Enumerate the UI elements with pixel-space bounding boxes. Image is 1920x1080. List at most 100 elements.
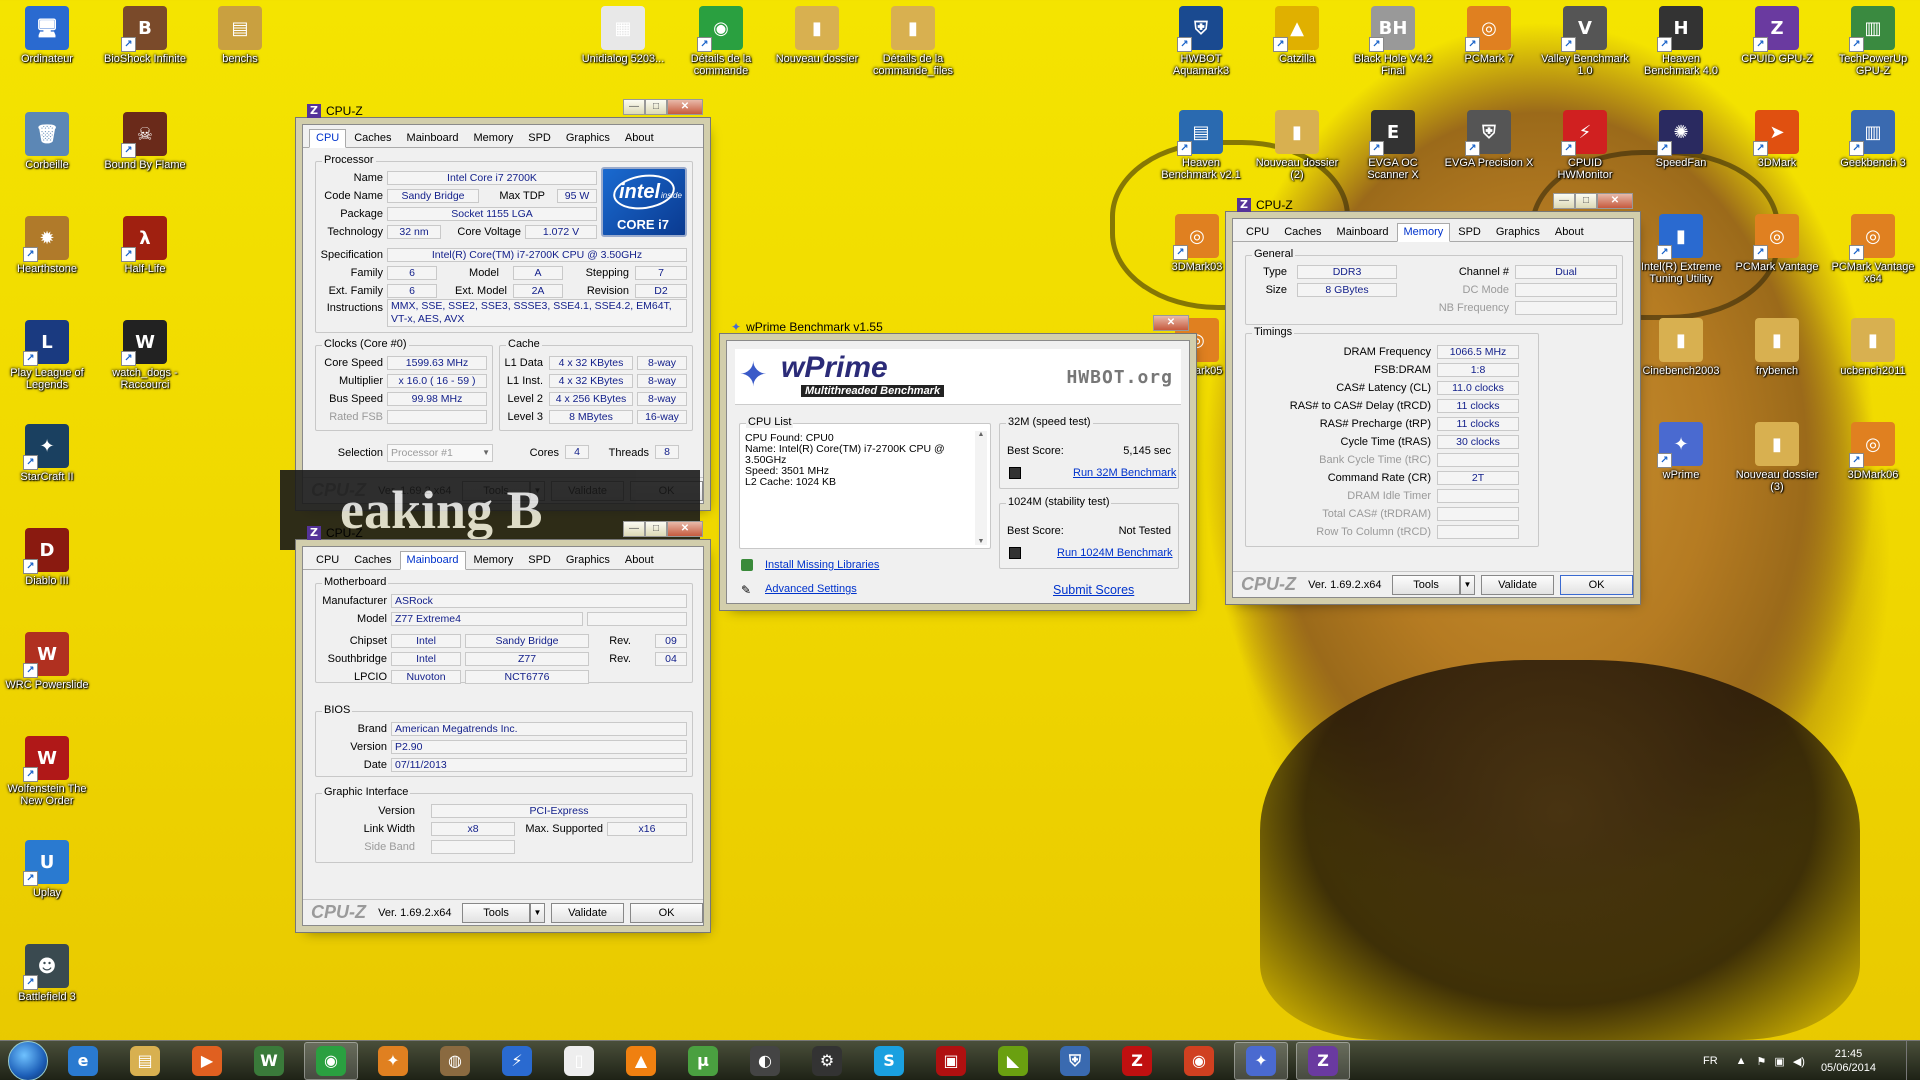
tab-caches[interactable]: Caches bbox=[347, 129, 398, 147]
close-button[interactable]: ✕ bbox=[1597, 193, 1633, 209]
clock[interactable]: 21:45 05/06/2014 bbox=[1821, 1047, 1876, 1075]
desktop-icon-pcmark-vantage[interactable]: ◎PCMark Vantage bbox=[1732, 214, 1822, 273]
scroll-down-icon[interactable]: ▼ bbox=[975, 538, 987, 545]
desktop-icon-cpuid-gpu-z[interactable]: ZCPUID GPU-Z bbox=[1732, 6, 1822, 65]
desktop-icon-frybench[interactable]: ▮ frybench bbox=[1732, 318, 1822, 377]
tab-about[interactable]: About bbox=[618, 551, 661, 569]
desktop-icon-3dmark06[interactable]: ◎3DMark06 bbox=[1828, 422, 1918, 481]
tab-mainboard[interactable]: Mainboard bbox=[400, 129, 466, 147]
taskbar-app-app6[interactable]: ✦ bbox=[366, 1042, 420, 1080]
desktop-icon-bioshock-infinite[interactable]: BBioShock Infinite bbox=[100, 6, 190, 65]
cpu-list[interactable]: CPU Found: CPU0 Name: Intel(R) Core(TM) … bbox=[745, 433, 971, 488]
minimize-button[interactable]: — bbox=[623, 99, 645, 115]
taskbar-app-vlc[interactable]: ▲ bbox=[614, 1042, 668, 1080]
taskbar-app-cpuz[interactable]: Z bbox=[1296, 1041, 1350, 1080]
titlebar[interactable]: Z CPU-Z — □ ✕ bbox=[297, 97, 709, 125]
advanced-settings-link[interactable]: Advanced Settings bbox=[765, 583, 857, 595]
desktop-icon-nouveau-dossier-2[interactable]: ▮ Nouveau dossier (2) bbox=[1252, 110, 1342, 181]
desktop-icon-bound-by-flame[interactable]: ☠Bound By Flame bbox=[100, 112, 190, 171]
run-1024m-button[interactable]: Run 1024M Benchmark bbox=[1057, 547, 1173, 559]
close-button[interactable]: ✕ bbox=[667, 521, 703, 537]
tab-memory[interactable]: Memory bbox=[467, 129, 521, 147]
desktop-icon-half-life[interactable]: λHalf-Life bbox=[100, 216, 190, 275]
submit-scores-link[interactable]: Submit Scores bbox=[1053, 583, 1134, 597]
taskbar-app-skype[interactable]: S bbox=[862, 1042, 916, 1080]
minimize-button[interactable]: — bbox=[623, 521, 645, 537]
desktop-icon-evga-precision-x[interactable]: ⛨EVGA Precision X bbox=[1444, 110, 1534, 169]
desktop-icon-d-tails-de-la-commande-files[interactable]: ▮ Détails de la commande_files bbox=[868, 6, 958, 77]
desktop-icon-uplay[interactable]: UUplay bbox=[2, 840, 92, 899]
tray-arrow-icon[interactable]: ▲ bbox=[1736, 1055, 1747, 1067]
tools-button[interactable]: Tools bbox=[1392, 574, 1460, 595]
tab-cpu[interactable]: CPU bbox=[309, 129, 347, 148]
taskbar-app-utorrent[interactable]: µ bbox=[676, 1042, 730, 1080]
maximize-button[interactable]: □ bbox=[645, 521, 667, 537]
run-32m-button[interactable]: Run 32M Benchmark bbox=[1073, 467, 1176, 479]
install-libraries-link[interactable]: Install Missing Libraries bbox=[765, 559, 879, 571]
taskbar-app-wprime[interactable]: ✦ bbox=[1234, 1041, 1288, 1080]
tools-button[interactable]: Tools bbox=[462, 902, 530, 923]
desktop-icon-watch-dogs-raccourci[interactable]: Wwatch_dogs - Raccourci bbox=[100, 320, 190, 391]
tab-spd[interactable]: SPD bbox=[521, 129, 558, 147]
tools-dropdown-arrow[interactable]: ▼ bbox=[529, 902, 546, 923]
cpu-list-scrollbar[interactable]: ▲ ▼ bbox=[975, 431, 987, 545]
titlebar[interactable]: Z CPU-Z — □ ✕ bbox=[297, 519, 709, 547]
tab-about[interactable]: About bbox=[1548, 223, 1591, 241]
minimize-button[interactable]: — bbox=[1553, 193, 1575, 209]
desktop-icon-hearthstone[interactable]: ✹Hearthstone bbox=[2, 216, 92, 275]
language-indicator[interactable]: FR bbox=[1703, 1055, 1718, 1067]
desktop-icon-black-hole-v4-2-final[interactable]: BHBlack Hole V4.2 Final bbox=[1348, 6, 1438, 77]
tab-mainboard[interactable]: Mainboard bbox=[399, 551, 466, 570]
tab-graphics[interactable]: Graphics bbox=[559, 129, 617, 147]
desktop-icon-wrc-powerslide[interactable]: WWRC Powerslide bbox=[2, 632, 92, 691]
desktop-icon-battlefield-3[interactable]: ☻Battlefield 3 bbox=[2, 944, 92, 1003]
close-button[interactable]: ✕ bbox=[667, 99, 703, 115]
desktop-icon-intel-r-extreme-tuning-utility[interactable]: ▮Intel(R) Extreme Tuning Utility bbox=[1636, 214, 1726, 285]
ok-button[interactable]: OK bbox=[1560, 574, 1634, 595]
taskbar-app-ie[interactable]: e bbox=[56, 1042, 110, 1080]
scroll-up-icon[interactable]: ▲ bbox=[975, 431, 987, 438]
validate-button[interactable]: Validate bbox=[1481, 574, 1555, 595]
taskbar-app-notepad[interactable]: ▯ bbox=[552, 1042, 606, 1080]
tab-caches[interactable]: Caches bbox=[347, 551, 398, 569]
validate-button[interactable]: Validate bbox=[551, 902, 625, 923]
tab-about[interactable]: About bbox=[618, 129, 661, 147]
tools-dropdown-arrow[interactable]: ▼ bbox=[1459, 574, 1476, 595]
desktop-icon-unidialog-5203[interactable]: ▦ Unidialog 5203... bbox=[578, 6, 668, 65]
taskbar-app-explorer[interactable]: ▤ bbox=[118, 1042, 172, 1080]
desktop-icon-valley-benchmark-1-0[interactable]: VValley Benchmark 1.0 bbox=[1540, 6, 1630, 77]
network-icon[interactable]: ▣ bbox=[1774, 1055, 1784, 1068]
desktop-icon-play-league-of-legends[interactable]: LPlay League of Legends bbox=[2, 320, 92, 391]
ok-button[interactable]: OK bbox=[630, 902, 704, 923]
desktop-icon-wolfenstein-the-new-order[interactable]: WWolfenstein The New Order bbox=[2, 736, 92, 807]
taskbar-app-app8[interactable]: ⚡ bbox=[490, 1042, 544, 1080]
taskbar-app-filezilla[interactable]: Z bbox=[1110, 1042, 1164, 1080]
desktop-icon-pcmark-vantage-x64[interactable]: ◎PCMark Vantage x64 bbox=[1828, 214, 1918, 285]
desktop-icon-speedfan[interactable]: ✺SpeedFan bbox=[1636, 110, 1726, 169]
tab-memory[interactable]: Memory bbox=[467, 551, 521, 569]
taskbar-app-nvidia[interactable]: ◣ bbox=[986, 1042, 1040, 1080]
tab-caches[interactable]: Caches bbox=[1277, 223, 1328, 241]
titlebar[interactable]: Z CPU-Z — □ ✕ bbox=[1227, 191, 1639, 219]
titlebar[interactable]: ✦ wPrime Benchmark v1.55 ✕ bbox=[721, 313, 1195, 341]
desktop-icon-hwbot-aquamark3[interactable]: ⛨HWBOT Aquamark3 bbox=[1156, 6, 1246, 77]
taskbar-app-app12[interactable]: ◐ bbox=[738, 1042, 792, 1080]
tab-spd[interactable]: SPD bbox=[521, 551, 558, 569]
desktop-icon-corbeille[interactable]: 🗑 Corbeille bbox=[2, 112, 92, 171]
flag-icon[interactable]: ⚑ bbox=[1757, 1055, 1767, 1068]
desktop-icon-nouveau-dossier-3[interactable]: ▮ Nouveau dossier (3) bbox=[1732, 422, 1822, 493]
tab-cpu[interactable]: CPU bbox=[1239, 223, 1276, 241]
desktop-icon-techpowerup-gpu-z[interactable]: ▥TechPowerUp GPU-Z bbox=[1828, 6, 1918, 77]
desktop-icon-benchs[interactable]: ▤ benchs bbox=[195, 6, 285, 65]
taskbar-app-chrome[interactable]: ◉ bbox=[304, 1041, 358, 1080]
tab-graphics[interactable]: Graphics bbox=[1489, 223, 1547, 241]
desktop-icon-diablo-iii[interactable]: DDiablo III bbox=[2, 528, 92, 587]
taskbar-app-app15[interactable]: ▣ bbox=[924, 1042, 978, 1080]
tab-memory[interactable]: Memory bbox=[1396, 223, 1451, 242]
desktop-icon-nouveau-dossier[interactable]: ▮ Nouveau dossier bbox=[772, 6, 862, 65]
taskbar-app-media[interactable]: ▶ bbox=[180, 1042, 234, 1080]
taskbar-app-app17[interactable]: ⛨ bbox=[1048, 1042, 1102, 1080]
desktop-icon-geekbench-3[interactable]: ▥Geekbench 3 bbox=[1828, 110, 1918, 169]
tab-graphics[interactable]: Graphics bbox=[559, 551, 617, 569]
taskbar-app-steam[interactable]: ⚙ bbox=[800, 1042, 854, 1080]
